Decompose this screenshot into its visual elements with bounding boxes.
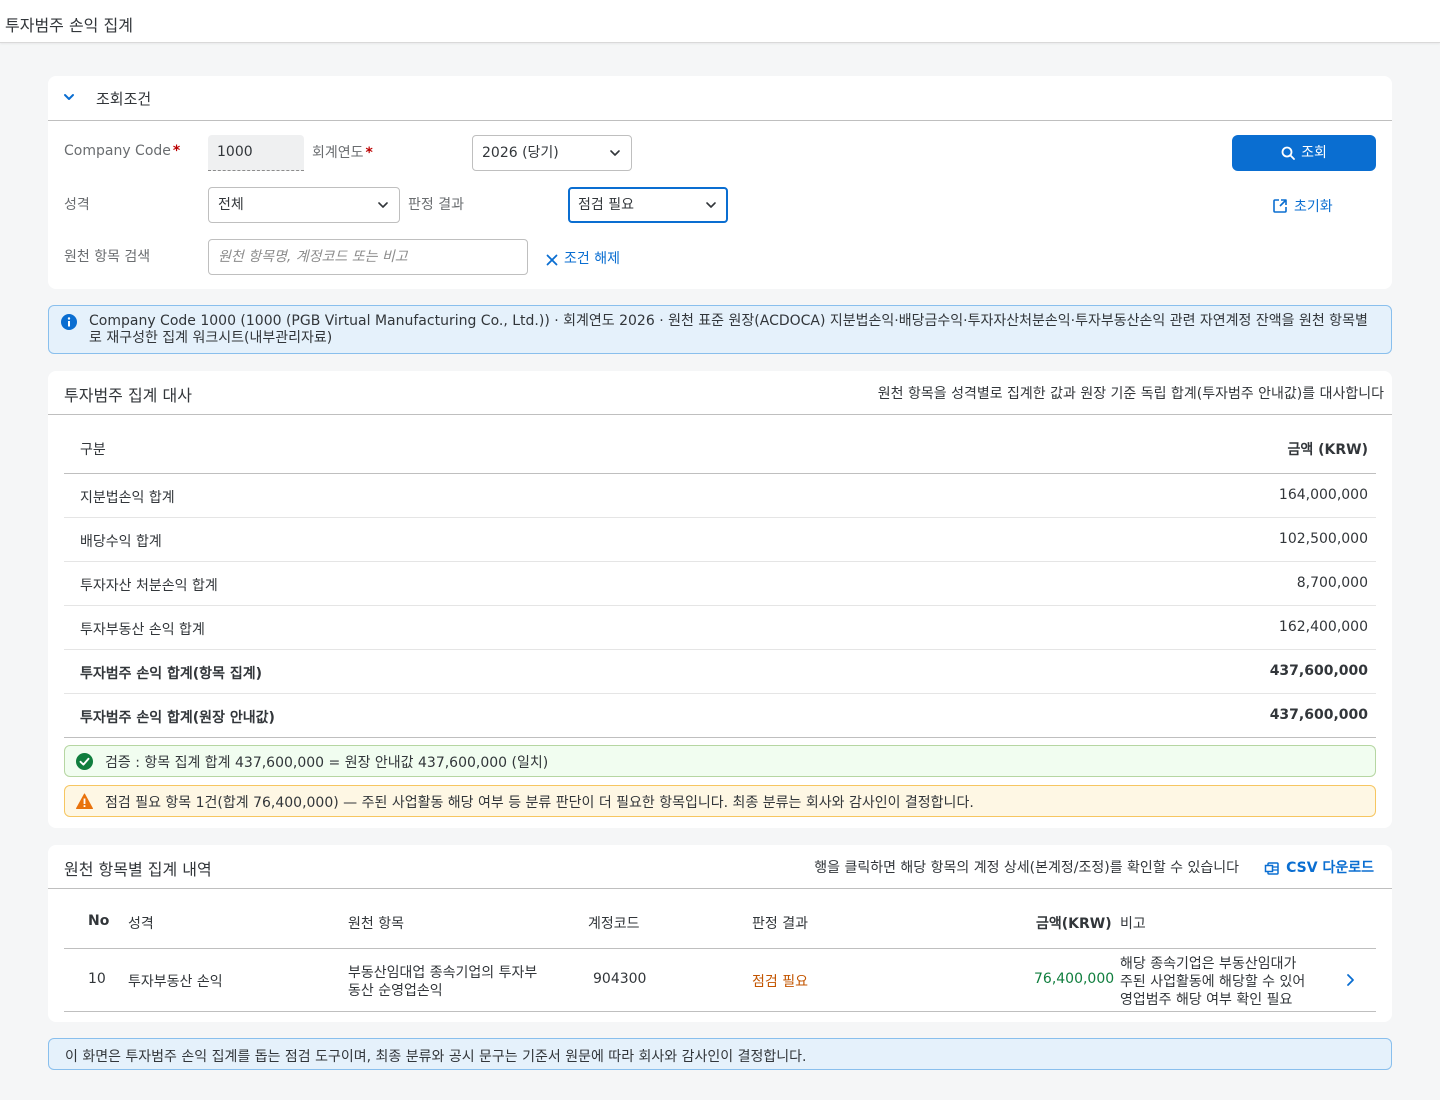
reconciliation-panel: 투자범주 집계 대사 원천 항목을 성격별로 집계한 값과 원장 기준 독립 합… bbox=[48, 371, 1392, 828]
row-label: 투자범주 손익 합계(원장 안내값) bbox=[80, 710, 275, 726]
success-message: 검증 : 항목 집계 합계 437,600,000 = 원장 안내값 437,6… bbox=[105, 755, 549, 771]
reconciliation-subtitle: 원천 항목을 성격별로 집계한 값과 원장 기준 독립 합계(투자범주 안내값)… bbox=[877, 386, 1384, 402]
filter-panel-title: 조회조건 bbox=[96, 90, 152, 108]
info-text: Company Code 1000 (1000 (PGB Virtual Man… bbox=[89, 313, 1368, 346]
row-label: 투자범주 손익 합계(항목 집계) bbox=[80, 666, 262, 682]
close-icon bbox=[546, 254, 558, 266]
warning-message-strip: 점검 필요 항목 1건(합계 76,400,000) — 주된 사업활동 해당 … bbox=[64, 785, 1376, 817]
app-title: 투자범주 손익 집계 bbox=[5, 16, 133, 35]
row-label: 지분법손익 합계 bbox=[80, 490, 175, 506]
reset-button[interactable]: 초기화 bbox=[1272, 196, 1333, 216]
row-amount: 8,700,000 bbox=[1296, 575, 1368, 591]
chevron-right-icon[interactable] bbox=[1344, 973, 1356, 987]
table-row-total: 투자범주 손익 합계(항목 집계) 437,600,000 bbox=[64, 650, 1376, 694]
chevron-down-icon bbox=[378, 202, 388, 208]
external-reset-icon bbox=[1273, 199, 1287, 213]
row-amount: 164,000,000 bbox=[1278, 487, 1368, 503]
detail-title: 원천 항목별 집계 내역 bbox=[64, 860, 212, 879]
row-label: 배당수익 합계 bbox=[80, 534, 162, 550]
warning-message: 점검 필요 항목 1건(합계 76,400,000) — 주된 사업활동 해당 … bbox=[105, 795, 974, 811]
table-row: 투자부동산 손익 합계 162,400,000 bbox=[64, 606, 1376, 650]
filter-panel: 조회조건 Company Code * 1000 회계연도 * 2026 (당기) … bbox=[48, 76, 1392, 289]
detail-panel: 원천 항목별 집계 내역 행을 클릭하면 해당 항목의 계정 상세(본계정/조정… bbox=[48, 845, 1392, 1022]
detail-table-header: No 성격 원천 항목 계정코드 판정 결과 금액(KRW) 비고 bbox=[64, 889, 1376, 949]
detail-hint: 행을 클릭하면 해당 항목의 계정 상세(본계정/조정)를 확인할 수 있습니다 bbox=[814, 860, 1239, 876]
filter-panel-header[interactable]: 조회조건 bbox=[48, 76, 1392, 121]
footer-note: 이 화면은 투자범주 손익 집계를 돕는 점검 도구이며, 최종 분류와 공시 … bbox=[65, 1049, 807, 1065]
shell-bar: 투자범주 손익 집계 bbox=[0, 0, 1440, 43]
table-row: 지분법손익 합계 164,000,000 bbox=[64, 474, 1376, 518]
row-nature: 투자부동산 손익 bbox=[128, 974, 223, 990]
row-label: 투자자산 처분손익 합계 bbox=[80, 578, 218, 594]
column-header-nature: 성격 bbox=[128, 916, 154, 932]
column-header-no: No bbox=[88, 913, 110, 929]
table-row: 배당수익 합계 102,500,000 bbox=[64, 518, 1376, 562]
column-header-account: 계정코드 bbox=[588, 916, 640, 932]
warning-icon bbox=[76, 793, 93, 809]
row-judgment-status: 점검 필요 bbox=[752, 974, 808, 990]
nature-select[interactable]: 전체 bbox=[208, 187, 400, 223]
row-amount: 437,600,000 bbox=[1269, 707, 1368, 723]
info-message-strip: Company Code 1000 (1000 (PGB Virtual Man… bbox=[48, 305, 1392, 354]
judgment-select[interactable]: 점검 필요 bbox=[568, 187, 728, 223]
row-amount: 102,500,000 bbox=[1278, 531, 1368, 547]
table-row[interactable]: 10 투자부동산 손익 부동산임대업 종속기업의 투자부 동산 순영업손익 90… bbox=[64, 949, 1376, 1012]
column-header-note: 비고 bbox=[1120, 916, 1146, 932]
info-icon bbox=[61, 314, 77, 330]
nature-label: 성격 bbox=[64, 197, 90, 213]
clear-conditions-button[interactable]: 조건 해제 bbox=[546, 248, 620, 268]
column-header-amount: 금액(KRW) bbox=[1036, 916, 1112, 932]
row-label: 투자부동산 손익 합계 bbox=[80, 622, 205, 638]
row-amount: 76,400,000 bbox=[1034, 971, 1115, 987]
row-source-line2: 동산 순영업손익 bbox=[348, 983, 443, 999]
row-no: 10 bbox=[88, 971, 106, 987]
search-icon bbox=[1281, 146, 1296, 160]
chevron-down-icon bbox=[706, 202, 716, 208]
search-input[interactable]: 원천 항목명, 계정코드 또는 비고 bbox=[208, 239, 528, 275]
column-header-judgment: 판정 결과 bbox=[752, 916, 808, 932]
chevron-down-icon bbox=[610, 150, 620, 156]
spreadsheet-icon bbox=[1264, 862, 1279, 875]
search-label: 원천 항목 검색 bbox=[64, 249, 151, 265]
table-row-total: 투자범주 손익 합계(원장 안내값) 437,600,000 bbox=[64, 694, 1376, 738]
row-source-line1: 부동산임대업 종속기업의 투자부 bbox=[348, 965, 538, 981]
company-code-label: Company Code * bbox=[64, 143, 181, 159]
reconciliation-title: 투자범주 집계 대사 bbox=[64, 386, 192, 405]
footer-note-strip: 이 화면은 투자범주 손익 집계를 돕는 점검 도구이며, 최종 분류와 공시 … bbox=[48, 1038, 1392, 1070]
column-header-category: 구분 bbox=[80, 442, 106, 458]
query-button[interactable]: 조회 bbox=[1232, 135, 1376, 171]
column-header-source: 원천 항목 bbox=[348, 916, 404, 932]
row-note-line2: 주된 사업활동에 해당할 수 있어 bbox=[1120, 974, 1306, 990]
table-row: 투자자산 처분손익 합계 8,700,000 bbox=[64, 562, 1376, 606]
column-header-amount: 금액 (KRW) bbox=[1287, 442, 1368, 458]
reconciliation-header: 투자범주 집계 대사 원천 항목을 성격별로 집계한 값과 원장 기준 독립 합… bbox=[48, 371, 1392, 415]
success-check-icon bbox=[76, 753, 93, 770]
judgment-label: 판정 결과 bbox=[408, 197, 464, 213]
chevron-down-icon[interactable] bbox=[62, 90, 76, 104]
fiscal-year-select[interactable]: 2026 (당기) bbox=[472, 135, 632, 171]
fiscal-year-label: 회계연도 * bbox=[312, 145, 373, 161]
success-message-strip: 검증 : 항목 집계 합계 437,600,000 = 원장 안내값 437,6… bbox=[64, 745, 1376, 777]
company-code-field: 1000 bbox=[208, 135, 304, 171]
row-amount: 162,400,000 bbox=[1278, 619, 1368, 635]
row-amount: 437,600,000 bbox=[1269, 663, 1368, 679]
table-header: 구분 금액 (KRW) bbox=[64, 415, 1376, 474]
csv-download-button[interactable]: CSV 다운로드 bbox=[1264, 857, 1374, 877]
row-note-line1: 해당 종속기업은 부동산임대가 bbox=[1120, 956, 1297, 972]
row-account: 904300 bbox=[593, 971, 647, 987]
row-note-line3: 영업범주 해당 여부 확인 필요 bbox=[1120, 992, 1293, 1008]
